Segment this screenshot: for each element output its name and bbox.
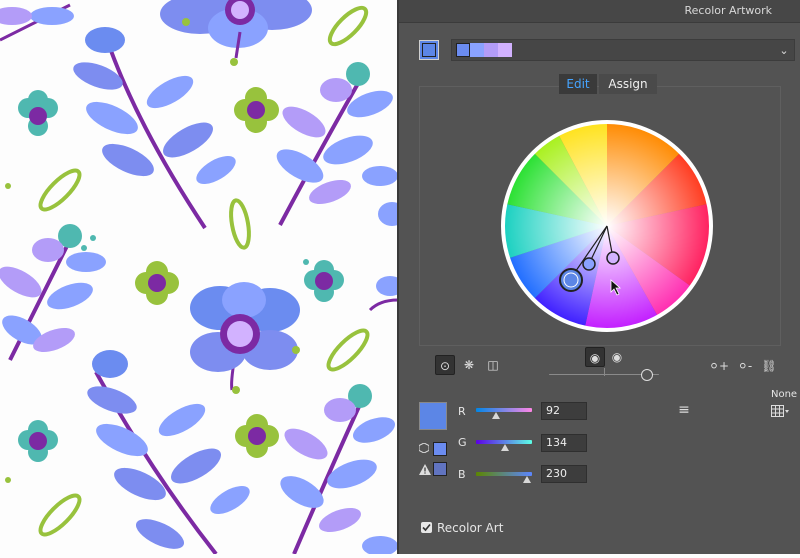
panel-titlebar[interactable]: Recolor Artwork	[399, 0, 800, 23]
menu-icon[interactable]: ≡	[674, 400, 694, 420]
g-value-input[interactable]: 134	[541, 434, 587, 452]
color-group-bar: ⌄	[413, 38, 795, 64]
color-table-icon[interactable]	[771, 405, 789, 417]
current-color-swatch[interactable]	[419, 40, 439, 60]
recolor-artwork-panel: Recolor Artwork ⌄ Edit Assign ⊙ ❋ ◫ ◉ ◉ …	[397, 0, 800, 554]
recolor-art-checkbox[interactable]	[421, 522, 432, 533]
slider-center-tick	[604, 368, 605, 376]
color-wheel[interactable]	[499, 118, 715, 334]
cube-icon[interactable]	[418, 442, 430, 454]
tab-assign[interactable]: Assign	[599, 74, 657, 94]
panel-title: Recolor Artwork	[684, 4, 772, 17]
group-color-1[interactable]	[456, 43, 470, 57]
tab-edit[interactable]: Edit	[559, 74, 597, 94]
floral-pattern	[0, 0, 406, 556]
b-slider-handle[interactable]	[522, 476, 531, 483]
color-bars-icon[interactable]: ◫	[483, 355, 503, 375]
b-value-input[interactable]: 230	[541, 465, 587, 483]
r-slider-handle[interactable]	[492, 412, 501, 419]
group-color-2[interactable]	[470, 43, 484, 57]
group-color-3[interactable]	[484, 43, 498, 57]
brightness-icon[interactable]: ◉	[585, 347, 605, 367]
remove-color-icon[interactable]: ⚪-	[735, 356, 755, 376]
g-label: G	[458, 436, 467, 449]
group-color-4[interactable]	[498, 43, 512, 57]
r-label: R	[458, 405, 466, 418]
segmented-wheel-icon[interactable]: ❋	[459, 355, 479, 375]
saturation-icon[interactable]: ◉	[607, 347, 627, 367]
active-color-swatch[interactable]	[419, 402, 447, 430]
add-color-icon[interactable]: ⚪+	[709, 356, 729, 376]
recolor-art-label: Recolor Art	[437, 521, 504, 535]
r-slider-track[interactable]	[476, 408, 532, 412]
g-slider-handle[interactable]	[501, 444, 510, 451]
r-value-input[interactable]: 92	[541, 402, 587, 420]
b-label: B	[458, 468, 466, 481]
artwork-canvas[interactable]	[0, 0, 406, 556]
warning-icon[interactable]	[419, 464, 431, 475]
color-marker-2[interactable]	[582, 257, 596, 271]
color-marker-3[interactable]	[606, 251, 620, 265]
web-safe-swatch[interactable]	[433, 442, 447, 456]
smooth-wheel-icon[interactable]: ⊙	[435, 355, 455, 375]
color-group-dropdown[interactable]: ⌄	[451, 39, 795, 61]
chevron-down-icon[interactable]: ⌄	[774, 40, 794, 62]
link-harmony-icon[interactable]: ⛓	[759, 356, 779, 376]
gamut-swatch[interactable]	[433, 462, 447, 476]
base-color-marker[interactable]	[559, 268, 583, 292]
harmony-slider-handle[interactable]	[640, 369, 653, 381]
color-mode-label: None	[771, 389, 798, 400]
